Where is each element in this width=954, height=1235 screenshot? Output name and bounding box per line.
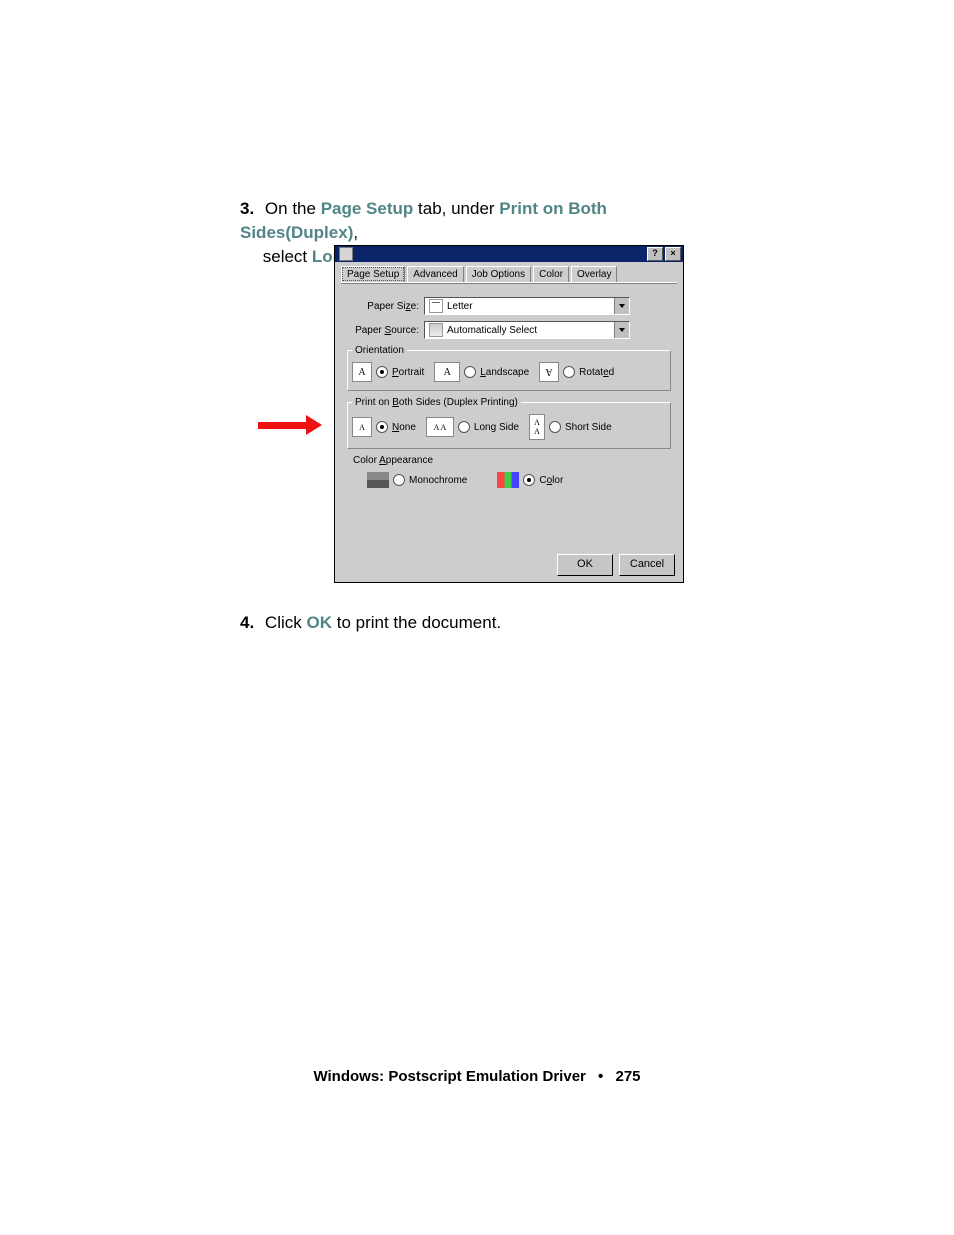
page-setup-label: Page Setup xyxy=(321,199,414,218)
red-arrow-icon xyxy=(258,418,322,432)
monochrome-icon xyxy=(367,472,389,488)
paper-size-value: Letter xyxy=(447,301,473,312)
duplex-none-radio[interactable] xyxy=(376,421,388,433)
step-4-text: 4. Click OK to print the document. xyxy=(240,611,720,635)
printer-icon xyxy=(429,323,443,337)
tab-page-setup[interactable]: Page Setup xyxy=(341,266,405,282)
duplex-short-icon: AA xyxy=(529,414,545,440)
paper-source-combo[interactable]: Automatically Select xyxy=(424,321,630,339)
duplex-short-radio[interactable] xyxy=(549,421,561,433)
paper-source-value: Automatically Select xyxy=(447,325,537,336)
landscape-label: Landscape xyxy=(480,367,529,378)
portrait-label: Portrait xyxy=(392,367,424,378)
page-setup-dialog: ? × Page Setup Advanced Job Options Colo… xyxy=(334,245,684,583)
rotated-radio[interactable] xyxy=(563,366,575,378)
help-button[interactable]: ? xyxy=(647,247,663,261)
dialog-titlebar: ? × xyxy=(335,246,683,262)
orientation-legend: Orientation xyxy=(352,345,407,356)
monochrome-label: Monochrome xyxy=(409,475,467,486)
color-icon xyxy=(497,472,519,488)
duplex-group: Print on Both Sides (Duplex Printing) A … xyxy=(347,397,671,449)
orientation-group: Orientation A Portrait A Landscape A xyxy=(347,345,671,391)
duplex-long-icon: A A xyxy=(426,417,454,437)
tab-job-options[interactable]: Job Options xyxy=(466,266,531,282)
rotated-label: Rotated xyxy=(579,367,614,378)
close-button[interactable]: × xyxy=(665,247,681,261)
cancel-button[interactable]: Cancel xyxy=(619,554,675,576)
page-footer: Windows: Postscript Emulation Driver • 2… xyxy=(0,1068,954,1085)
ok-label: OK xyxy=(306,613,332,632)
tab-advanced[interactable]: Advanced xyxy=(407,266,463,282)
portrait-radio[interactable] xyxy=(376,366,388,378)
rotated-icon: A xyxy=(539,362,559,382)
document-page: 3. On the Page Setup tab, under Print on… xyxy=(0,0,954,1235)
tab-color[interactable]: Color xyxy=(533,266,569,282)
paper-source-label: Paper Source: xyxy=(347,325,424,336)
tab-overlay[interactable]: Overlay xyxy=(571,266,617,282)
footer-section: Windows: Postscript Emulation Driver xyxy=(313,1068,585,1085)
duplex-long-label: Long Side xyxy=(474,422,519,433)
color-label: Color xyxy=(539,475,563,486)
paper-size-combo[interactable]: Letter xyxy=(424,297,630,315)
duplex-legend: Print on Both Sides (Duplex Printing) xyxy=(352,397,521,408)
landscape-radio[interactable] xyxy=(464,366,476,378)
duplex-short-label: Short Side xyxy=(565,422,612,433)
letter-page-icon xyxy=(429,299,443,313)
footer-bullet: • xyxy=(598,1068,603,1085)
chevron-down-icon xyxy=(614,322,629,338)
duplex-long-radio[interactable] xyxy=(458,421,470,433)
ok-button[interactable]: OK xyxy=(557,554,613,576)
duplex-none-icon: A xyxy=(352,417,372,437)
step-3-number: 3. xyxy=(240,199,254,218)
footer-page-number: 275 xyxy=(615,1068,640,1085)
duplex-none-label: None xyxy=(392,422,416,433)
portrait-icon: A xyxy=(352,362,372,382)
tab-strip: Page Setup Advanced Job Options Color Ov… xyxy=(335,262,683,282)
color-appearance-label: Color Appearance xyxy=(347,455,671,466)
landscape-icon: A xyxy=(434,362,460,382)
monochrome-radio[interactable] xyxy=(393,474,405,486)
chevron-down-icon xyxy=(614,298,629,314)
paper-size-label: Paper Size: xyxy=(347,301,424,312)
color-radio[interactable] xyxy=(523,474,535,486)
step-4-number: 4. xyxy=(240,613,254,632)
app-icon xyxy=(339,247,353,261)
